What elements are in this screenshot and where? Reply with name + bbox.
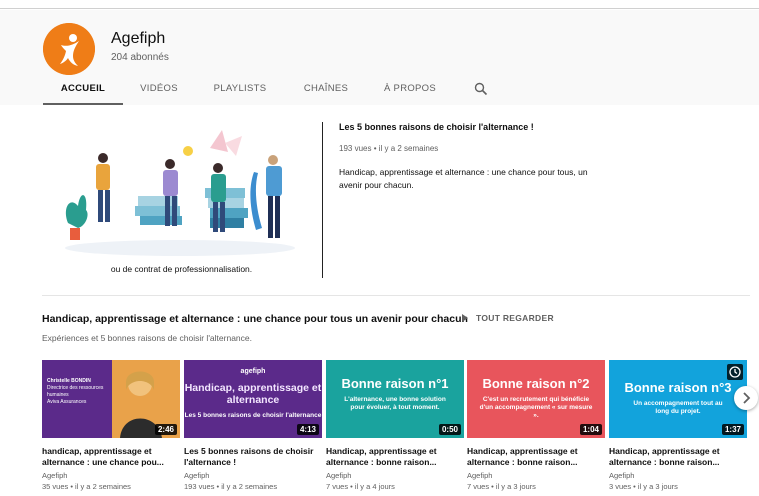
subscriber-count: 204 abonnés bbox=[111, 52, 169, 63]
thumb-line: Aviva Assurances bbox=[47, 399, 87, 405]
video-meta: 193 vues • il y a 2 semaines bbox=[184, 482, 278, 491]
video-duration: 2:46 bbox=[154, 424, 177, 435]
play-all-label: TOUT REGARDER bbox=[476, 313, 554, 323]
video-channel[interactable]: Agefiph bbox=[42, 471, 67, 480]
play-icon bbox=[462, 314, 468, 322]
video-title[interactable]: Handicap, apprentissage et alternance : … bbox=[467, 446, 603, 468]
thumb-line: Directrice des ressources humaines bbox=[47, 385, 104, 398]
video-channel[interactable]: Agefiph bbox=[326, 471, 351, 480]
thumb-subline: L'alternance, une bonne solution pour év… bbox=[344, 396, 446, 411]
watch-later-button[interactable] bbox=[727, 364, 743, 380]
shelf-subtitle: Expériences et 5 bonnes raisons de chois… bbox=[42, 333, 252, 343]
channel-header: Agefiph 204 abonnés ACCUEIL VIDÉOS PLAYL… bbox=[0, 10, 759, 105]
featured-thumbnail-caption: ou de contrat de professionnalisation. bbox=[110, 264, 253, 274]
video-card[interactable]: Christelle BONDIN Directrice des ressour… bbox=[42, 360, 180, 492]
thumb-subline: Un accompagnement tout au long du projet… bbox=[633, 400, 723, 415]
video-channel[interactable]: Agefiph bbox=[184, 471, 209, 480]
featured-meta: 193 vues • il y a 2 semaines bbox=[339, 144, 439, 153]
video-thumbnail[interactable]: agefiph Handicap, apprentissage et alter… bbox=[184, 360, 322, 438]
shelf-next-button[interactable] bbox=[734, 386, 758, 410]
agefiph-logo-icon bbox=[43, 23, 95, 75]
channel-tabs: ACCUEIL VIDÉOS PLAYLISTS CHAÎNES À PROPO… bbox=[0, 82, 759, 105]
featured-title[interactable]: Les 5 bonnes raisons de choisir l'altern… bbox=[339, 122, 534, 132]
video-duration: 4:13 bbox=[296, 424, 319, 435]
tab-a-propos[interactable]: À PROPOS bbox=[382, 82, 438, 105]
section-divider bbox=[42, 295, 750, 296]
video-title[interactable]: Les 5 bonnes raisons de choisir l'altern… bbox=[184, 446, 320, 468]
video-card[interactable]: Bonne raison n°3 Un accompagnement tout … bbox=[609, 360, 747, 492]
video-thumbnail[interactable]: Bonne raison n°1 L'alternance, une bonne… bbox=[326, 360, 464, 438]
thumb-brand: agefiph bbox=[240, 368, 266, 375]
clock-icon bbox=[729, 366, 741, 378]
tab-accueil[interactable]: ACCUEIL bbox=[43, 82, 123, 105]
video-thumbnail[interactable]: Bonne raison n°3 Un accompagnement tout … bbox=[609, 360, 747, 438]
video-duration: 1:04 bbox=[579, 424, 602, 435]
video-meta: 7 vues • il y a 4 jours bbox=[326, 482, 395, 491]
featured-video-thumbnail[interactable]: ou de contrat de professionnalisation. bbox=[60, 118, 303, 278]
video-channel[interactable]: Agefiph bbox=[609, 471, 634, 480]
video-channel[interactable]: Agefiph bbox=[467, 471, 492, 480]
thumb-headline: Bonne raison n°1 bbox=[341, 376, 449, 391]
video-meta: 35 vues • il y a 2 semaines bbox=[42, 482, 131, 491]
thumb-headline: Handicap, apprentissage et alternance bbox=[184, 382, 322, 406]
video-thumbnail[interactable]: Bonne raison n°2 C'est un recrutement qu… bbox=[467, 360, 605, 438]
featured-divider bbox=[322, 122, 323, 278]
thumb-headline: Bonne raison n°3 bbox=[624, 380, 732, 395]
top-border bbox=[0, 0, 759, 9]
tab-chaines[interactable]: CHAÎNES bbox=[300, 82, 352, 105]
video-title[interactable]: Handicap, apprentissage et alternance : … bbox=[326, 446, 462, 468]
video-thumbnail[interactable]: Christelle BONDIN Directrice des ressour… bbox=[42, 360, 180, 438]
play-all-button[interactable]: TOUT REGARDER bbox=[462, 313, 554, 327]
thumb-line: Christelle BONDIN bbox=[47, 378, 91, 384]
featured-description: Handicap, apprentissage et alternance : … bbox=[339, 167, 588, 190]
channel-avatar[interactable] bbox=[43, 23, 95, 75]
thumb-caption-lines: Christelle BONDIN Directrice des ressour… bbox=[47, 378, 109, 406]
search-icon[interactable] bbox=[474, 82, 488, 96]
video-duration: 0:50 bbox=[438, 424, 461, 435]
video-duration: 1:37 bbox=[721, 424, 744, 435]
tab-videos[interactable]: VIDÉOS bbox=[138, 82, 180, 105]
featured-illustration bbox=[65, 130, 295, 256]
tab-playlists[interactable]: PLAYLISTS bbox=[210, 82, 270, 105]
channel-name: Agefiph bbox=[111, 30, 166, 47]
video-title[interactable]: handicap, apprentissage et alternance : … bbox=[42, 446, 178, 468]
shelf-title[interactable]: Handicap, apprentissage et alternance : … bbox=[42, 313, 468, 325]
video-meta: 3 vues • il y a 3 jours bbox=[609, 482, 678, 491]
video-title[interactable]: Handicap, apprentissage et alternance : … bbox=[609, 446, 745, 468]
thumb-subline: Les 5 bonnes raisons de choisir l'altern… bbox=[184, 412, 322, 419]
video-card[interactable]: agefiph Handicap, apprentissage et alter… bbox=[184, 360, 322, 492]
video-meta: 7 vues • il y a 3 jours bbox=[467, 482, 536, 491]
video-card[interactable]: Bonne raison n°2 C'est un recrutement qu… bbox=[467, 360, 605, 492]
video-card[interactable]: Bonne raison n°1 L'alternance, une bonne… bbox=[326, 360, 464, 492]
thumb-subline: C'est un recrutement qui bénéficie d'un … bbox=[479, 396, 593, 419]
chevron-right-icon bbox=[743, 392, 751, 404]
thumb-headline: Bonne raison n°2 bbox=[482, 376, 590, 391]
